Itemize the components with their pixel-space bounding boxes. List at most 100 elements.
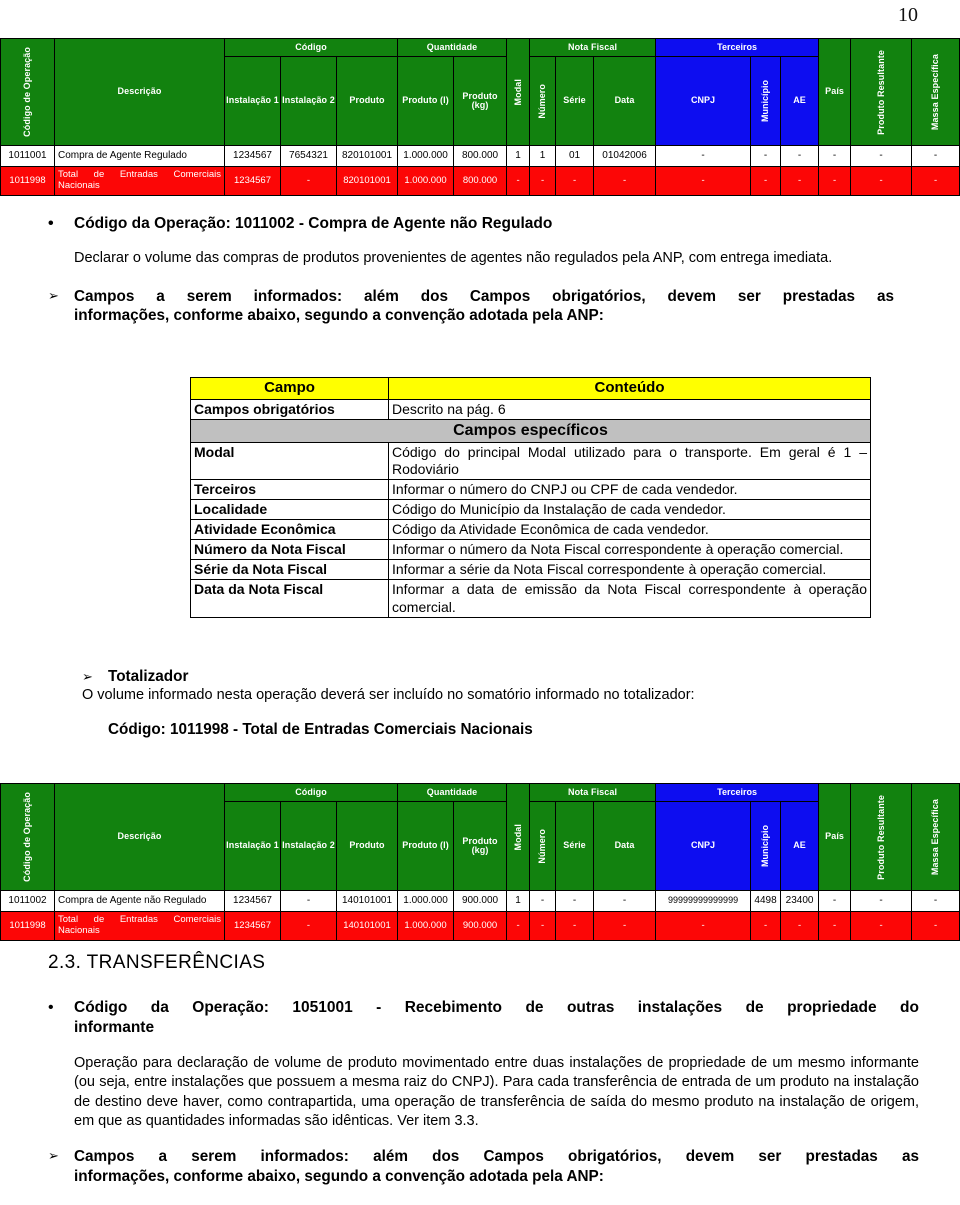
operation-table-top: Código de Operação Descrição Código Quan… (0, 38, 960, 196)
cell-produto-l: 1.000.000 (397, 145, 455, 167)
totalizador-text: O volume informado nesta operação deverá… (82, 687, 695, 703)
campo-row-serie-nota-fiscal: Série da Nota Fiscal Informar a série da… (190, 559, 871, 581)
cell-pais: - (818, 166, 852, 196)
col-municipio: Município (750, 801, 782, 891)
cell-data: - (593, 166, 657, 196)
col-modal: Modal (506, 783, 531, 891)
campo-value: Informar a data de emissão da Nota Fisca… (388, 579, 871, 618)
cell-instalacao1: 1234567 (224, 911, 281, 941)
cell-pais: - (818, 890, 852, 912)
cell-modal: 1 (506, 890, 531, 912)
col-codigo-operacao: Código de Operação (0, 783, 55, 891)
campos-intro-line-1: Campos a serem informados: além dos Camp… (74, 1147, 919, 1165)
col-ae: AE (780, 56, 820, 146)
cell-serie: 01 (555, 145, 595, 167)
col-massa-especifica: Massa Específica (911, 38, 960, 146)
col-produto-kg: Produto (kg) (453, 801, 508, 891)
campos-especificos-banner: Campos específicos (190, 419, 871, 443)
cell-instalacao1: 1234567 (224, 166, 281, 196)
cell-produto-resultante: - (850, 911, 913, 941)
cell-numero: - (529, 166, 557, 196)
col-instalacao-1: Instalação 1 (224, 56, 281, 146)
col-instalacao-2: Instalação 2 (280, 56, 337, 146)
cell-modal: 1 (506, 145, 531, 167)
col-pais: País (818, 783, 852, 891)
cell-numero: 1 (529, 145, 557, 167)
document-page: 10 Código de Operação Descrição Código Q… (0, 0, 960, 1205)
cell-instalacao1: 1234567 (224, 145, 281, 167)
campos-intro-block: ➢ Campos a serem informados: além dos Ca… (48, 1147, 938, 1187)
col-produto-litros: Produto (l) (397, 56, 455, 146)
cell-produto: 820101001 (335, 166, 399, 196)
campo-value: Descrito na pág. 6 (388, 399, 871, 421)
col-produto: Produto (335, 56, 399, 146)
cell-pais: - (818, 145, 852, 167)
col-codigo-operacao: Código de Operação (0, 38, 55, 146)
campo-value: Código do Município da Instalação de cad… (388, 499, 871, 521)
col-produto-resultante: Produto Resultante (850, 38, 913, 146)
campo-value: Informar a série da Nota Fiscal correspo… (388, 559, 871, 581)
campo-header-cell: Campo (190, 376, 389, 401)
table-header-group-row: Código de Operação Descrição Código Quan… (0, 38, 960, 146)
cell-instalacao2: - (280, 911, 337, 941)
cell-modal: - (506, 911, 531, 941)
col-massa-especifica: Massa Específica (911, 783, 960, 891)
col-data: Data (593, 801, 657, 891)
col-numero: Número (529, 801, 557, 891)
group-nota-fiscal: Nota Fiscal (529, 783, 657, 802)
cell-produto-l: 1.000.000 (397, 166, 455, 196)
campo-label: Terceiros (190, 479, 389, 501)
cell-data: - (593, 911, 657, 941)
cell-descricao: Compra de Agente Regulado (54, 145, 225, 167)
cell-instalacao2: - (280, 890, 337, 912)
col-produto: Produto (335, 801, 399, 891)
campo-value: Código da Atividade Econômica de cada ve… (388, 519, 871, 541)
table-header-group-row: Código de Operação Descrição Código Quan… (0, 783, 960, 891)
cell-ae: - (780, 166, 820, 196)
arrow-icon: ➢ (48, 1147, 59, 1163)
section-1011002: • Código da Operação: 1011002 - Compra d… (48, 214, 918, 326)
operation-heading-line-1: Código da Operação: 1051001 - Recebiment… (74, 999, 919, 1016)
operation-table-bottom: Código de Operação Descrição Código Quan… (0, 783, 960, 941)
campos-intro-line-2: informações, conforme abaixo, segundo a … (74, 307, 604, 325)
cell-municipio: - (750, 166, 782, 196)
cell-cnpj: - (655, 166, 752, 196)
page-number: 10 (898, 4, 918, 26)
col-produto-resultante: Produto Resultante (850, 783, 913, 891)
campos-intro-line-1: Campos a serem informados: além dos Camp… (74, 287, 894, 305)
cell-pais: - (818, 911, 852, 941)
cell-massa-especifica: - (911, 166, 960, 196)
campo-row-obrigatorios: Campos obrigatórios Descrito na pág. 6 (190, 399, 871, 421)
campo-row-numero-nota-fiscal: Número da Nota Fiscal Informar o número … (190, 539, 871, 561)
col-serie: Série (555, 56, 595, 146)
campo-label: Série da Nota Fiscal (190, 559, 389, 581)
operation-table-top-wrapper: Código de Operação Descrição Código Quan… (0, 38, 960, 196)
cell-cnpj: 99999999999999 (655, 890, 752, 912)
campo-row-modal: Modal Código do principal Modal utilizad… (190, 441, 871, 481)
totalizador-codigo: Código: 1011998 - Total de Entradas Come… (108, 721, 533, 739)
operation-heading-1011002: • Código da Operação: 1011002 - Compra d… (48, 214, 918, 233)
cell-numero: - (529, 911, 557, 941)
campo-value: Informar o número da Nota Fiscal corresp… (388, 539, 871, 561)
bullet-icon: • (48, 999, 54, 1016)
campo-label: Data da Nota Fiscal (190, 579, 389, 618)
cell-produto-l: 1.000.000 (397, 890, 455, 912)
col-instalacao-2: Instalação 2 (280, 801, 337, 891)
campo-conteudo-table: Campo Conteúdo Campos obrigatórios Descr… (190, 376, 871, 618)
cell-produto: 140101001 (335, 911, 399, 941)
col-pais: País (818, 38, 852, 146)
cell-produto-kg: 800.000 (453, 166, 508, 196)
cell-produto: 140101001 (335, 890, 399, 912)
cell-municipio: 4498 (750, 890, 782, 912)
campo-row-localidade: Localidade Código do Município da Instal… (190, 499, 871, 521)
campos-intro-block: ➢ Campos a serem informados: além dos Ca… (48, 287, 918, 327)
cell-cnpj: - (655, 145, 752, 167)
campo-value: Informar o número do CNPJ ou CPF de cada… (388, 479, 871, 501)
table-row-total: 1011998 Total de Entradas Comerciais Nac… (0, 911, 960, 941)
col-modal: Modal (506, 38, 531, 146)
cell-produto-kg: 900.000 (453, 890, 508, 912)
transferencias-paragraph: Operação para declaração de volume de pr… (74, 1055, 919, 1129)
arrow-icon: ➢ (48, 287, 59, 303)
cell-cnpj: - (655, 911, 752, 941)
cell-serie: - (555, 890, 595, 912)
